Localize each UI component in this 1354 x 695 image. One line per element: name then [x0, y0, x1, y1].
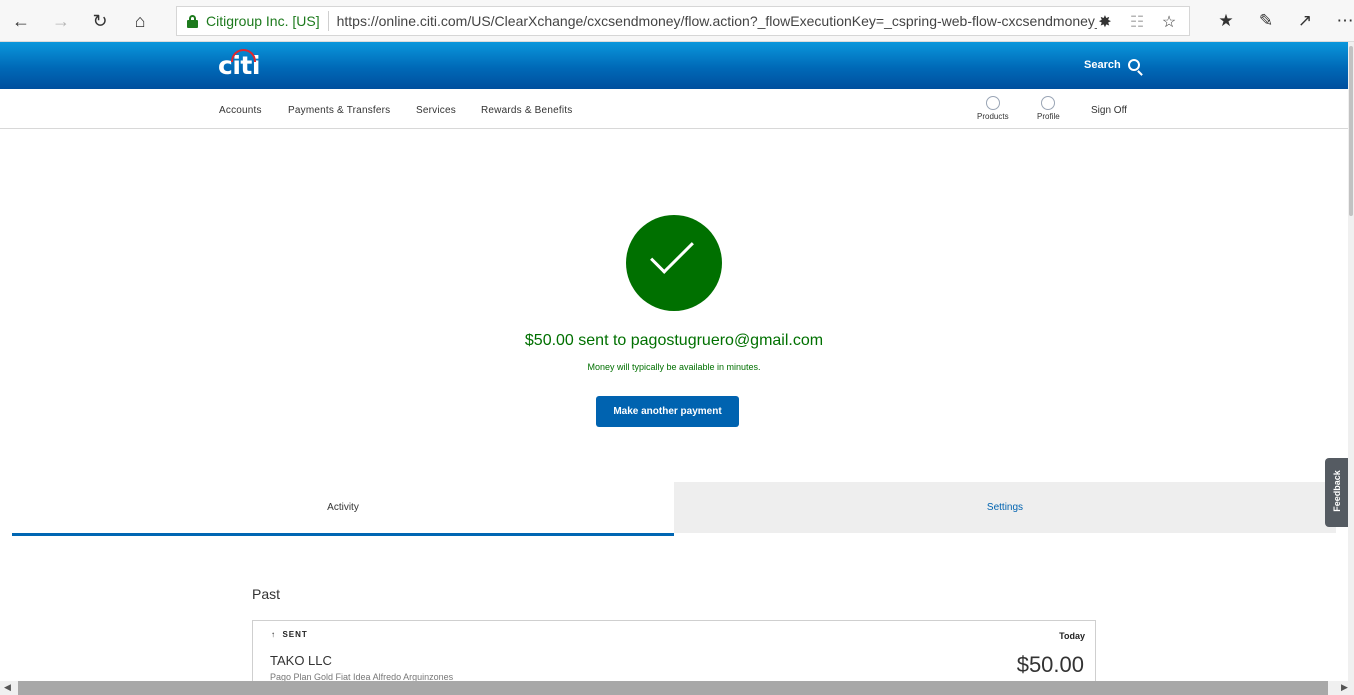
- nav-profile[interactable]: Profile: [1037, 96, 1060, 121]
- past-section-title: Past: [252, 586, 281, 602]
- horizontal-scrollbar[interactable]: ◀ ▶: [0, 681, 1354, 695]
- home-icon[interactable]: ⌂: [127, 8, 153, 34]
- reading-view-icon[interactable]: ☷: [1127, 12, 1147, 32]
- tab-activity[interactable]: Activity: [12, 482, 674, 536]
- feedback-button[interactable]: Feedback: [1325, 458, 1349, 527]
- vertical-scrollbar[interactable]: [1348, 42, 1354, 682]
- lock-icon: [187, 14, 198, 28]
- more-options-icon[interactable]: ⋯: [1333, 9, 1354, 33]
- search-label: Search: [1084, 59, 1121, 71]
- nav-products[interactable]: Products: [977, 96, 1009, 121]
- pen-icon[interactable]: ✎: [1254, 9, 1278, 33]
- nav-rewards-benefits[interactable]: Rewards & Benefits: [481, 105, 572, 116]
- success-check-icon: [626, 215, 722, 311]
- url-text[interactable]: https://online.citi.com/US/ClearXchange/…: [337, 13, 1097, 29]
- vertical-scroll-thumb[interactable]: [1349, 46, 1353, 216]
- scroll-left-icon[interactable]: ◀: [4, 682, 11, 693]
- confirmation-subtext: Money will typically be available in min…: [587, 362, 761, 372]
- profile-icon: [1041, 96, 1056, 110]
- sign-off-link[interactable]: Sign Off: [1091, 105, 1127, 116]
- horizontal-scroll-thumb[interactable]: [18, 681, 1328, 695]
- checkmark: [650, 230, 694, 274]
- search-icon: [1127, 59, 1140, 71]
- favorite-star-icon[interactable]: ☆: [1159, 12, 1179, 32]
- tab-settings[interactable]: Settings: [674, 482, 1336, 533]
- extension-icon[interactable]: ✸: [1095, 12, 1115, 32]
- products-icon: [985, 96, 1000, 110]
- forward-arrow-icon[interactable]: →: [48, 8, 74, 34]
- browser-toolbar: ← → ↻ ⌂ Citigroup Inc. [US] https://onli…: [0, 0, 1354, 42]
- feedback-label: Feedback: [1332, 470, 1342, 512]
- back-arrow-icon[interactable]: ←: [8, 8, 34, 34]
- nav-accounts[interactable]: Accounts: [219, 105, 262, 116]
- address-bar[interactable]: Citigroup Inc. [US] https://online.citi.…: [176, 6, 1190, 36]
- status-label: SENT: [282, 630, 308, 639]
- profile-label: Profile: [1037, 112, 1060, 121]
- site-identity[interactable]: Citigroup Inc. [US]: [206, 11, 329, 31]
- transaction-amount: $50.00: [1016, 652, 1084, 677]
- transaction-payee: TAKO LLC: [270, 653, 332, 668]
- citi-header: citi Search: [0, 42, 1348, 89]
- share-icon[interactable]: ↗: [1293, 9, 1317, 33]
- citi-logo[interactable]: citi: [218, 49, 260, 80]
- products-label: Products: [977, 112, 1009, 121]
- sent-arrow-icon: ↑: [271, 630, 276, 639]
- refresh-icon[interactable]: ↻: [87, 8, 113, 34]
- confirmation-message: $50.00 sent to pagostugruero@gmail.com: [524, 332, 824, 349]
- favorites-list-icon[interactable]: ★: [1214, 9, 1238, 33]
- search-button[interactable]: Search: [1084, 59, 1140, 71]
- nav-payments-transfers[interactable]: Payments & Transfers: [288, 105, 390, 116]
- transaction-status: ↑ SENT: [271, 630, 308, 639]
- make-another-payment-button[interactable]: Make another payment: [596, 396, 739, 427]
- main-navigation: Accounts Payments & Transfers Services R…: [0, 89, 1348, 129]
- transaction-date: Today: [1059, 631, 1085, 641]
- scroll-right-icon[interactable]: ▶: [1341, 682, 1348, 693]
- nav-services[interactable]: Services: [416, 105, 456, 116]
